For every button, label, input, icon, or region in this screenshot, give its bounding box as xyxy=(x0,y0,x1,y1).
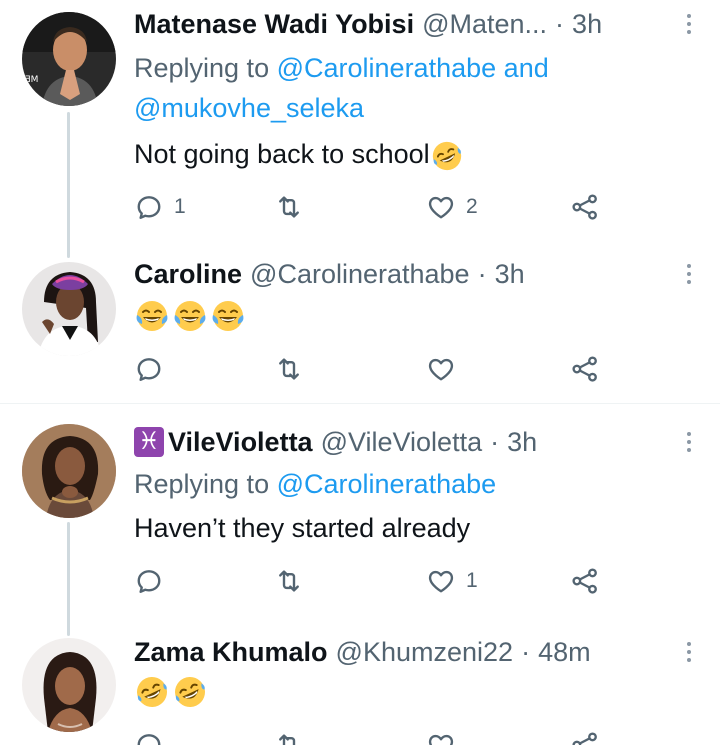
tweet-actions: 1 2 xyxy=(134,190,614,224)
user-handle[interactable]: @Khumzeni22 xyxy=(336,634,514,670)
rofl-emoji xyxy=(134,674,170,710)
user-handle[interactable]: @Carolinerathabe xyxy=(250,256,470,292)
share-button[interactable] xyxy=(570,564,600,598)
retweet-icon xyxy=(274,354,304,384)
retweet-button[interactable] xyxy=(274,728,304,745)
share-button[interactable] xyxy=(570,728,600,745)
timestamp[interactable]: 3h xyxy=(495,256,525,292)
user-handle[interactable]: @VileVioletta xyxy=(321,424,483,460)
tweet-text xyxy=(134,296,246,334)
tweet-actions xyxy=(134,728,614,745)
avatar[interactable]: ƎM xyxy=(22,12,116,106)
mention-link[interactable]: @Carolinerathabe xyxy=(277,469,497,499)
reply-icon xyxy=(134,730,164,745)
more-icon[interactable] xyxy=(684,432,694,452)
tears-of-joy-emoji xyxy=(134,298,170,334)
tweet-header: ♓ VileVioletta @VileVioletta · 3h xyxy=(134,424,680,460)
reply-button[interactable] xyxy=(134,352,164,386)
thread-line xyxy=(67,112,70,258)
share-button[interactable] xyxy=(570,352,600,386)
retweet-icon xyxy=(274,566,304,596)
reply-prefix: Replying to xyxy=(134,53,270,83)
share-icon xyxy=(570,192,600,222)
reply-button[interactable] xyxy=(134,564,164,598)
tweet-divider xyxy=(0,403,720,404)
retweet-icon xyxy=(274,730,304,745)
svg-text:ƎM: ƎM xyxy=(25,75,38,85)
display-name[interactable]: Matenase Wadi Yobisi xyxy=(134,6,414,42)
share-icon xyxy=(570,354,600,384)
mention-link[interactable]: @mukovhe_seleka xyxy=(134,93,364,123)
like-button[interactable] xyxy=(426,352,456,386)
tweet-actions xyxy=(134,352,614,386)
reply-count: 1 xyxy=(174,195,186,218)
tweet-text: Haven’t they started already xyxy=(134,513,471,543)
reply-icon xyxy=(134,354,164,384)
separator-dot: · xyxy=(490,427,500,457)
rofl-emoji xyxy=(430,139,464,173)
timestamp[interactable]: 48m xyxy=(538,634,591,670)
avatar[interactable] xyxy=(22,638,116,732)
retweet-icon xyxy=(274,192,304,222)
share-icon xyxy=(570,566,600,596)
avatar[interactable] xyxy=(22,262,116,356)
pisces-badge: ♓ xyxy=(134,427,164,457)
separator-dot: · xyxy=(521,637,531,667)
tweet-header: Zama Khumalo @Khumzeni22 · 48m xyxy=(134,634,680,670)
separator-dot: · xyxy=(477,259,487,289)
like-count: 2 xyxy=(466,195,478,218)
share-icon xyxy=(570,730,600,745)
tears-of-joy-emoji xyxy=(210,298,246,334)
retweet-button[interactable] xyxy=(274,564,304,598)
more-icon[interactable] xyxy=(684,264,694,284)
mention-link[interactable]: @Carolinerathabe xyxy=(277,53,497,83)
like-button[interactable]: 2 xyxy=(426,190,478,224)
tweet-text: Not going back to school xyxy=(134,136,464,173)
tweet-header: Caroline @Carolinerathabe · 3h xyxy=(134,256,680,292)
reply-button[interactable] xyxy=(134,728,164,745)
retweet-button[interactable] xyxy=(274,190,304,224)
timestamp[interactable]: 3h xyxy=(507,424,537,460)
reply-and: and xyxy=(503,53,549,83)
share-button[interactable] xyxy=(570,190,600,224)
tweet-text xyxy=(134,672,208,710)
reply-icon xyxy=(134,566,164,596)
retweet-button[interactable] xyxy=(274,352,304,386)
heart-icon xyxy=(426,192,456,222)
reply-button[interactable]: 1 xyxy=(134,190,186,224)
like-button[interactable]: 1 xyxy=(426,564,478,598)
separator-dot: · xyxy=(555,9,565,39)
reply-context: Replying to @Carolinerathabe xyxy=(134,464,660,504)
tweet-actions: 1 xyxy=(134,564,614,598)
heart-icon xyxy=(426,730,456,745)
like-count: 1 xyxy=(466,569,478,592)
display-name[interactable]: VileVioletta xyxy=(168,424,313,460)
heart-icon xyxy=(426,354,456,384)
like-button[interactable] xyxy=(426,728,456,745)
reply-context: Replying to @Carolinerathabe and @mukovh… xyxy=(134,48,660,128)
reply-prefix: Replying to xyxy=(134,469,270,499)
display-name[interactable]: Zama Khumalo xyxy=(134,634,328,670)
avatar[interactable] xyxy=(22,424,116,518)
display-name[interactable]: Caroline xyxy=(134,256,242,292)
timestamp[interactable]: 3h xyxy=(572,6,602,42)
rofl-emoji xyxy=(172,674,208,710)
user-handle[interactable]: @Maten... xyxy=(422,6,547,42)
tears-of-joy-emoji xyxy=(172,298,208,334)
more-icon[interactable] xyxy=(684,642,694,662)
thread-line xyxy=(67,522,70,636)
more-icon[interactable] xyxy=(684,14,694,34)
tweet-header: Matenase Wadi Yobisi @Maten... · 3h xyxy=(134,6,680,42)
tweet-text-content: Not going back to school xyxy=(134,139,430,169)
reply-icon xyxy=(134,192,164,222)
heart-icon xyxy=(426,566,456,596)
